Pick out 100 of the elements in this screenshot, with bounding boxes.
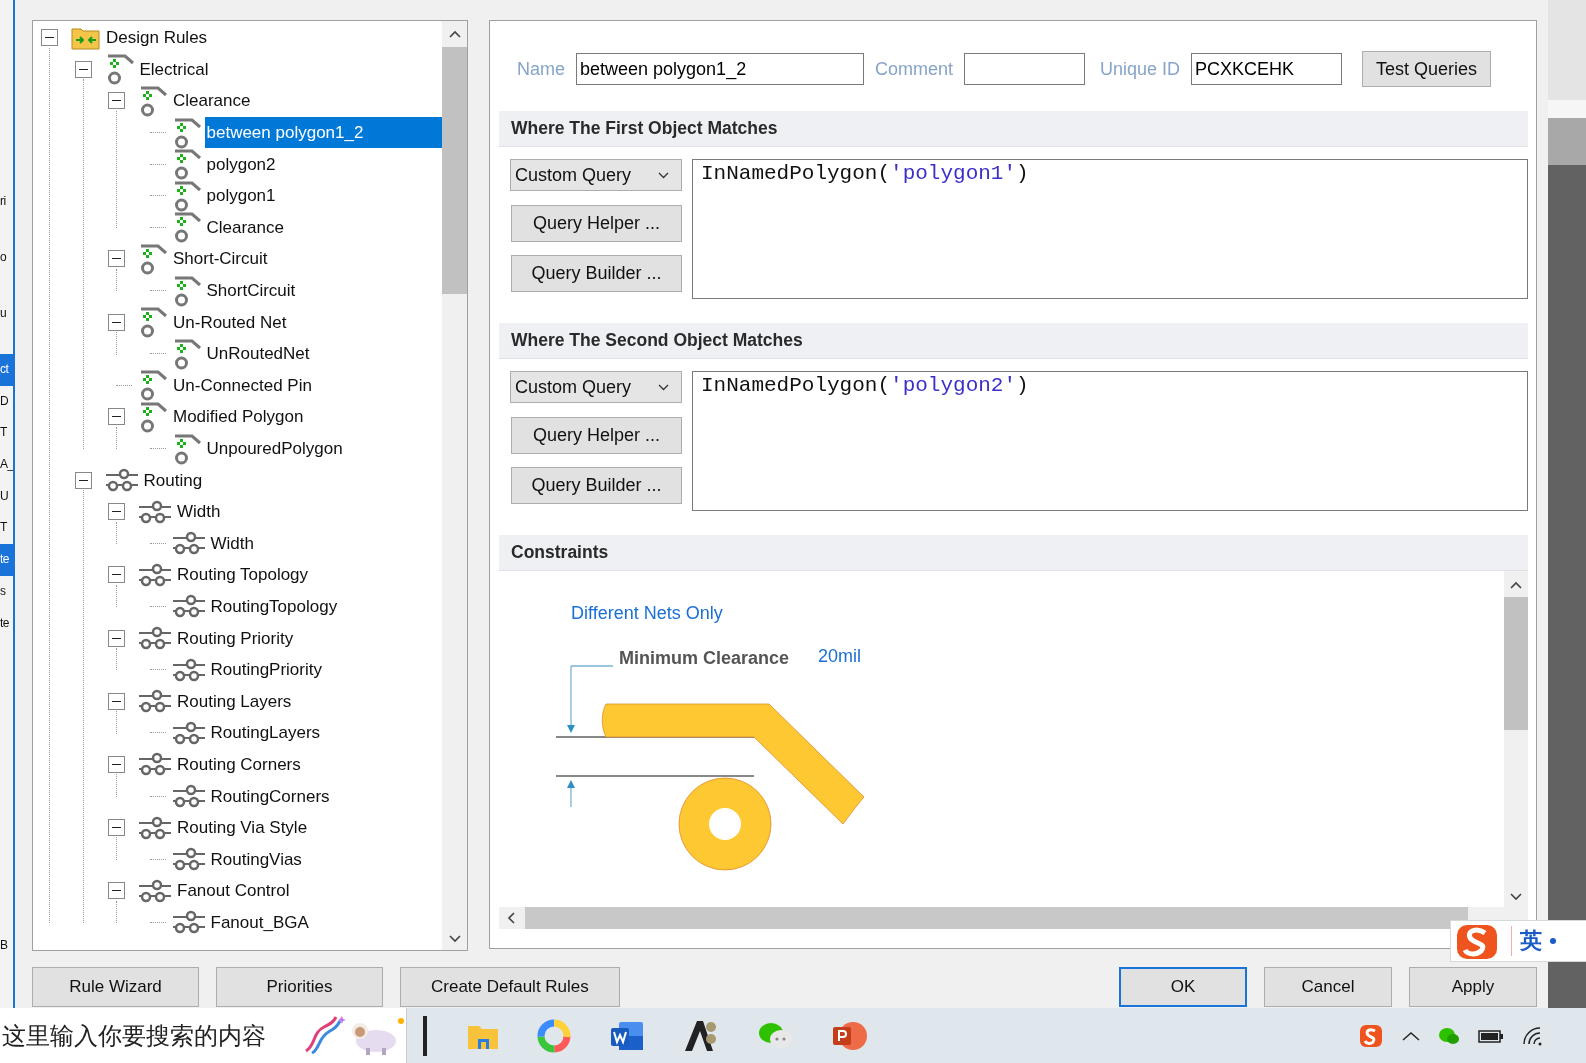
dialog-button[interactable]: Rule Wizard	[32, 967, 199, 1007]
query-type-dropdown[interactable]: Custom Query	[510, 371, 682, 403]
query-editor[interactable]: InNamedPolygon('polygon2')	[692, 371, 1528, 511]
tree-item[interactable]: Routing Layers	[175, 685, 442, 717]
query-builder-button[interactable]: Query Builder ...	[511, 255, 682, 292]
presentation-app-icon[interactable]	[831, 1019, 867, 1052]
routing-icon	[171, 910, 206, 935]
scroll-left-icon[interactable]	[507, 912, 515, 924]
collapse-toggle[interactable]	[108, 250, 125, 268]
rule-icon	[138, 242, 168, 275]
query-text: InNamedPolygon('polygon2')	[701, 374, 1029, 397]
query-builder-button[interactable]: Query Builder ...	[511, 467, 682, 504]
scrollbar[interactable]	[1504, 571, 1528, 907]
name-field[interactable]: between polygon1_2	[576, 53, 864, 85]
tree-item[interactable]: Routing	[141, 464, 442, 496]
list-item: B	[0, 937, 9, 955]
collapse-toggle[interactable]	[74, 60, 92, 78]
tree-item[interactable]: between polygon1_2	[204, 117, 442, 149]
test-queries-button[interactable]: Test Queries	[1362, 51, 1492, 87]
routing-icon	[171, 847, 206, 872]
chevron-up-icon[interactable]	[1402, 1030, 1420, 1041]
routing-icon	[138, 752, 172, 777]
input-mode-indicator[interactable]: 英	[1520, 926, 1542, 956]
tree-item[interactable]: Un-Connected Pin	[171, 369, 442, 401]
tree-item[interactable]: Width	[208, 527, 442, 559]
collapse-toggle[interactable]	[108, 692, 125, 710]
routing-icon	[171, 720, 206, 745]
tree-item[interactable]: Width	[175, 496, 442, 528]
search-field[interactable]: 这里输入你要搜索的内容	[0, 1008, 302, 1063]
list-item: ct	[0, 354, 13, 386]
routing-icon	[171, 531, 206, 556]
tree-item[interactable]: Modified Polygon	[171, 401, 442, 433]
tree-item[interactable]: Design Rules	[104, 22, 442, 54]
routing-icon	[171, 657, 206, 682]
scroll-down-icon[interactable]	[1510, 893, 1522, 901]
tree-item[interactable]: Routing Topology	[175, 559, 442, 591]
dialog-button[interactable]: Create Default Rules	[400, 967, 620, 1007]
tree-item[interactable]: polygon1	[204, 180, 442, 212]
scroll-up-icon[interactable]	[448, 30, 461, 38]
scrollbar[interactable]	[499, 907, 1528, 929]
rule-icon	[138, 369, 168, 402]
document-app-icon[interactable]	[609, 1019, 645, 1052]
tree-item[interactable]: Clearance	[204, 211, 442, 243]
tree-item[interactable]: ShortCircuit	[204, 275, 442, 307]
collapse-toggle[interactable]	[108, 313, 125, 331]
tree-item[interactable]: RoutingLayers	[208, 717, 442, 749]
collapse-toggle[interactable]	[108, 408, 125, 426]
tree-item[interactable]: Fanout Control	[175, 875, 442, 907]
collapse-toggle[interactable]	[108, 755, 125, 773]
battery-icon[interactable]	[1478, 1027, 1504, 1044]
list-item: s	[0, 582, 7, 600]
folder-icon	[71, 25, 101, 50]
collapse-toggle[interactable]	[108, 566, 125, 584]
collapse-toggle[interactable]	[108, 819, 125, 837]
tree-item[interactable]: Routing Via Style	[175, 812, 442, 844]
collapse-toggle[interactable]	[74, 471, 92, 489]
dialog-button[interactable]: Priorities	[216, 967, 383, 1007]
query-helper-button[interactable]: Query Helper ...	[511, 205, 682, 242]
caret-icon	[658, 383, 669, 391]
collapse-toggle[interactable]	[108, 882, 125, 900]
chat-icon[interactable]	[1438, 1026, 1460, 1045]
list-item: T	[0, 519, 8, 537]
tree-item[interactable]: UnpouredPolygon	[204, 433, 442, 464]
query-text: InNamedPolygon('polygon1')	[701, 162, 1029, 185]
tree-item[interactable]: UnRoutedNet	[204, 338, 442, 370]
collapse-toggle[interactable]	[108, 92, 125, 110]
color-wheel-icon[interactable]	[537, 1018, 571, 1053]
tree-item[interactable]: Clearance	[171, 85, 442, 117]
scroll-up-icon[interactable]	[1510, 581, 1522, 589]
scroll-down-icon[interactable]	[448, 935, 461, 943]
caret-icon	[658, 171, 669, 179]
tree-item[interactable]: RoutingTopology	[208, 591, 442, 622]
clearance-value[interactable]: 20mil	[818, 646, 861, 667]
stacked-glyph-icon[interactable]	[683, 1018, 719, 1053]
input-method-icon[interactable]	[1358, 1022, 1384, 1049]
tree-item[interactable]: Un-Routed Net	[171, 306, 442, 338]
rule-icon	[138, 306, 168, 339]
section-title: Constraints	[511, 542, 609, 563]
query-editor[interactable]: InNamedPolygon('polygon1')	[692, 159, 1528, 299]
comment-field[interactable]	[964, 53, 1086, 85]
tree-item[interactable]: polygon2	[204, 148, 442, 180]
tree-item[interactable]: RoutingPriority	[208, 654, 442, 686]
scrollbar[interactable]	[442, 21, 467, 950]
unique-id-field[interactable]: PCXKCEHK	[1191, 53, 1343, 85]
tree-item[interactable]: Short-Circuit	[171, 243, 442, 275]
collapse-toggle[interactable]	[41, 29, 58, 47]
tree-item[interactable]: Routing Corners	[175, 748, 442, 780]
tree-item[interactable]: Electrical	[137, 53, 442, 85]
tree-item[interactable]: RoutingVias	[208, 843, 442, 875]
collapse-toggle[interactable]	[108, 503, 125, 521]
dialog-button[interactable]: Apply	[1409, 967, 1537, 1007]
tree-item[interactable]: Fanout_BGA	[208, 906, 442, 938]
tree-item[interactable]: Routing Priority	[175, 622, 442, 654]
collapse-toggle[interactable]	[108, 629, 125, 647]
dialog-button[interactable]: OK	[1119, 967, 1247, 1007]
net-scope-link[interactable]: Different Nets Only	[571, 603, 723, 624]
tree-item[interactable]: RoutingCorners	[208, 780, 442, 812]
query-helper-button[interactable]: Query Helper ...	[511, 417, 682, 454]
query-type-dropdown[interactable]: Custom Query	[510, 159, 682, 191]
dialog-button[interactable]: Cancel	[1264, 967, 1392, 1007]
